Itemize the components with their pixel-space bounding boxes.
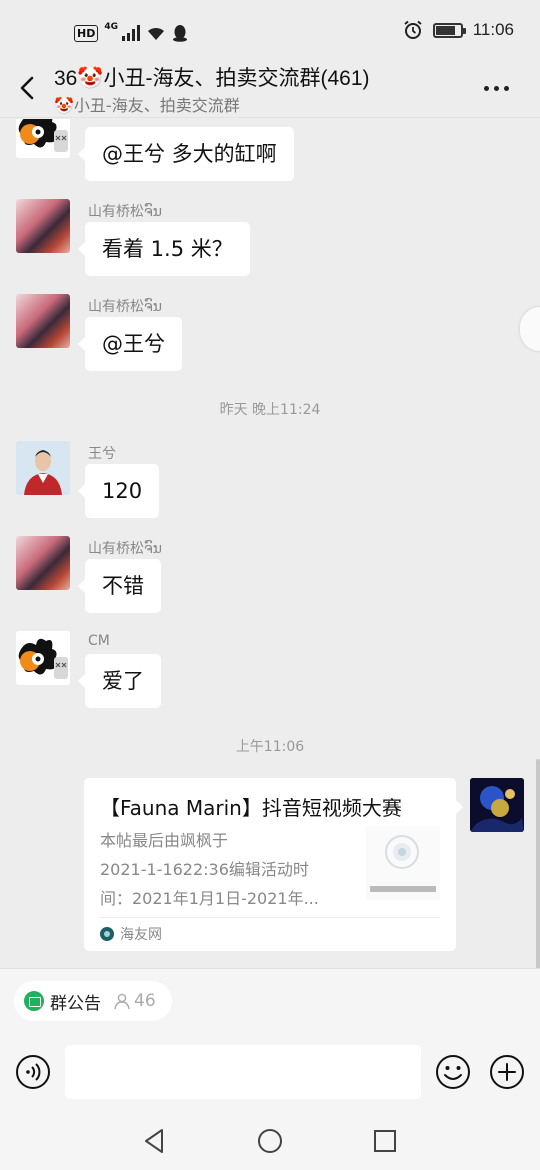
emoji-icon[interactable] — [435, 1054, 471, 1090]
card-desc-line: 间：2021年1月1日-2021年... — [100, 889, 319, 908]
battery-icon — [432, 22, 466, 38]
source-logo-icon — [100, 927, 114, 941]
message-item: 山有桥松ຈົນ 看着 1.5 米？ — [16, 199, 516, 279]
status-indicators: HD 4G — [74, 22, 188, 44]
message-bubble[interactable]: 120 — [77, 464, 160, 518]
shanyou-avatar[interactable] — [16, 199, 70, 253]
card-title: 【Fauna Marin】抖音短视频大赛 — [100, 796, 402, 820]
back-icon[interactable] — [14, 72, 42, 104]
shanyou-avatar[interactable] — [16, 294, 70, 348]
person-icon — [114, 993, 130, 1010]
card-desc-line: 2021-1-1622:36编辑活动时 — [100, 860, 309, 879]
message-bubble[interactable]: 爱了 — [78, 654, 161, 708]
sender-name: CM — [88, 119, 110, 122]
card-thumbnail — [366, 826, 440, 900]
message-bubble[interactable]: @王兮 多大的缸啊 — [78, 127, 294, 181]
sender-name: 山有桥松ຈົນ — [88, 299, 163, 315]
member-count: 46 — [113, 991, 156, 1011]
card-divider — [100, 917, 440, 918]
wifi-icon — [148, 27, 164, 40]
message-input[interactable] — [65, 1045, 421, 1099]
sender-name: CM — [88, 633, 110, 649]
shared-link-card[interactable]: 【Fauna Marin】抖音短视频大赛 本帖最后由飒枫于 2021-1-162… — [84, 778, 463, 951]
sender-name: 王兮 — [88, 446, 116, 462]
status-bar: HD 4G 11:06 — [0, 0, 540, 64]
message-item: CM @王兮 多大的缸啊 — [16, 119, 516, 184]
member-count-value: 46 — [134, 991, 156, 1011]
cartoon-avatar-icon — [16, 119, 70, 158]
card-source: 海友网 — [100, 924, 162, 944]
cm-avatar[interactable] — [16, 119, 70, 158]
group-notice-button[interactable]: 群公告 46 — [14, 981, 172, 1021]
voice-input-icon[interactable] — [15, 1054, 51, 1090]
message-bubble[interactable]: 看着 1.5 米？ — [78, 222, 250, 276]
cm-avatar[interactable] — [16, 631, 70, 685]
network-type: 4G — [104, 22, 118, 32]
wangxi-avatar[interactable] — [16, 441, 70, 495]
signal-icon — [122, 25, 140, 41]
chat-subtitle: 🤡小丑-海友、拍卖交流群 — [54, 96, 240, 115]
notice-icon — [24, 991, 44, 1011]
message-list[interactable]: CM @王兮 多大的缸啊 山有桥松ຈົນ 看着 1.5 米？ 山有桥松ຈົນ @… — [0, 119, 540, 969]
notice-label: 群公告 — [50, 993, 101, 1014]
nav-recents-icon[interactable] — [370, 1126, 400, 1156]
floating-side-tab[interactable] — [520, 307, 540, 351]
message-item: CM 爱了 — [16, 631, 516, 711]
alarm-icon — [404, 20, 422, 39]
system-nav-bar — [0, 1110, 540, 1170]
clock: 11:06 — [472, 20, 514, 39]
more-options-icon[interactable] — [484, 78, 518, 98]
timestamp: 昨天 晚上11:24 — [219, 402, 321, 418]
message-item: 山有桥松ຈົນ @王兮 — [16, 294, 516, 374]
sender-name: 山有桥松ຈົນ — [88, 541, 163, 557]
chat-header: 36🤡小丑-海友、拍卖交流群(461) 🤡小丑-海友、拍卖交流群 — [0, 58, 540, 118]
message-bubble[interactable]: @王兮 — [78, 317, 182, 371]
card-desc-line: 本帖最后由飒枫于 — [100, 831, 229, 850]
plus-icon[interactable] — [489, 1054, 525, 1090]
timestamp: 上午11:06 — [235, 739, 305, 755]
message-item: 王兮 120 — [16, 441, 516, 521]
shanyou-avatar[interactable] — [16, 536, 70, 590]
message-item: 山有桥松ຈົນ 不错 — [16, 536, 516, 616]
scrollbar[interactable] — [536, 759, 540, 969]
chat-title: 36🤡小丑-海友、拍卖交流群(461) — [54, 67, 370, 90]
hd-indicator: HD — [74, 24, 99, 42]
card-description: 本帖最后由飒枫于 2021-1-1622:36编辑活动时 间：2021年1月1日… — [100, 826, 344, 913]
nav-back-icon[interactable] — [140, 1126, 170, 1156]
sender-name: 山有桥松ຈົນ — [88, 204, 163, 220]
photo-avatar-icon — [470, 778, 524, 832]
source-name: 海友网 — [120, 927, 162, 943]
qq-icon — [173, 25, 187, 42]
nav-home-icon[interactable] — [255, 1126, 285, 1156]
status-right: 11:06 — [403, 20, 514, 40]
thumbnail-logo-icon — [370, 835, 436, 892]
battery-fill — [435, 25, 455, 35]
message-bubble[interactable]: 不错 — [78, 559, 161, 613]
person-photo-icon — [16, 441, 70, 495]
cartoon-avatar-icon — [16, 631, 70, 685]
input-row — [0, 1043, 540, 1101]
my-avatar[interactable] — [470, 778, 524, 832]
